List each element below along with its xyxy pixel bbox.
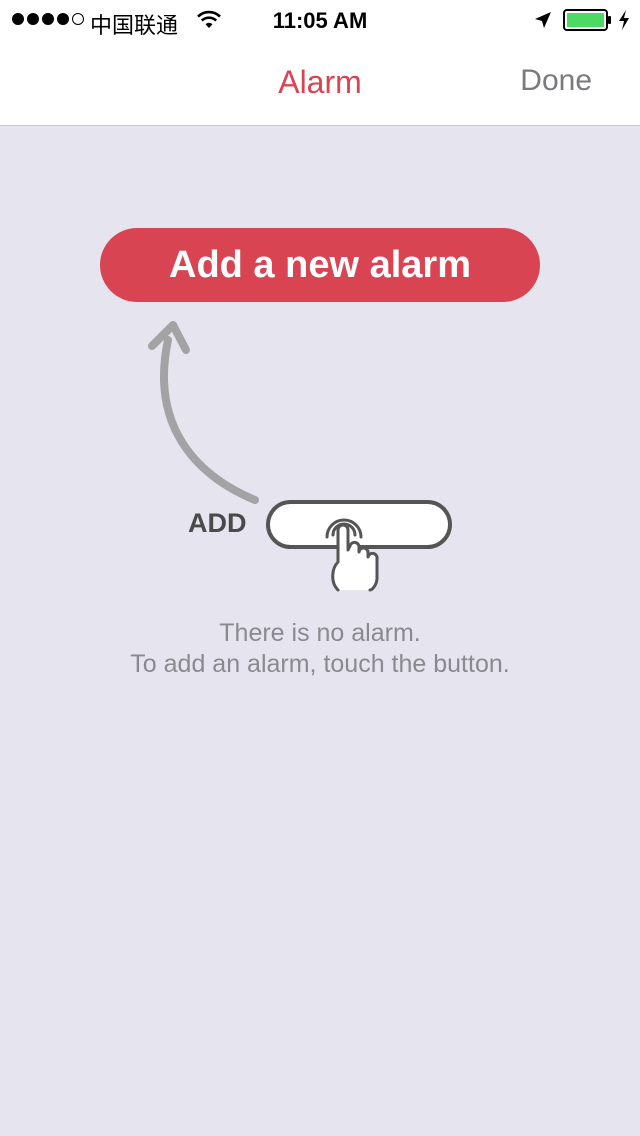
empty-message-line-2: To add an alarm, touch the button.	[130, 650, 510, 678]
curved-arrow-icon	[148, 321, 259, 504]
done-button[interactable]: Done	[520, 64, 592, 98]
tapping-hand-icon	[325, 518, 379, 592]
status-bar: 中国联通 11:05 AM	[0, 0, 640, 40]
charging-bolt-icon	[619, 10, 629, 30]
location-arrow-icon	[535, 12, 551, 28]
navigation-bar: 中国联通 11:05 AM Alarm Done	[0, 0, 640, 126]
battery-icon	[563, 9, 611, 31]
illustration-add-label: ADD	[188, 508, 247, 538]
add-new-alarm-button[interactable]: Add a new alarm	[100, 228, 540, 302]
illustration-button-shape	[266, 500, 452, 549]
empty-message-line-1: There is no alarm.	[219, 619, 421, 647]
empty-state-message: There is no alarm. To add an alarm, touc…	[0, 618, 640, 680]
